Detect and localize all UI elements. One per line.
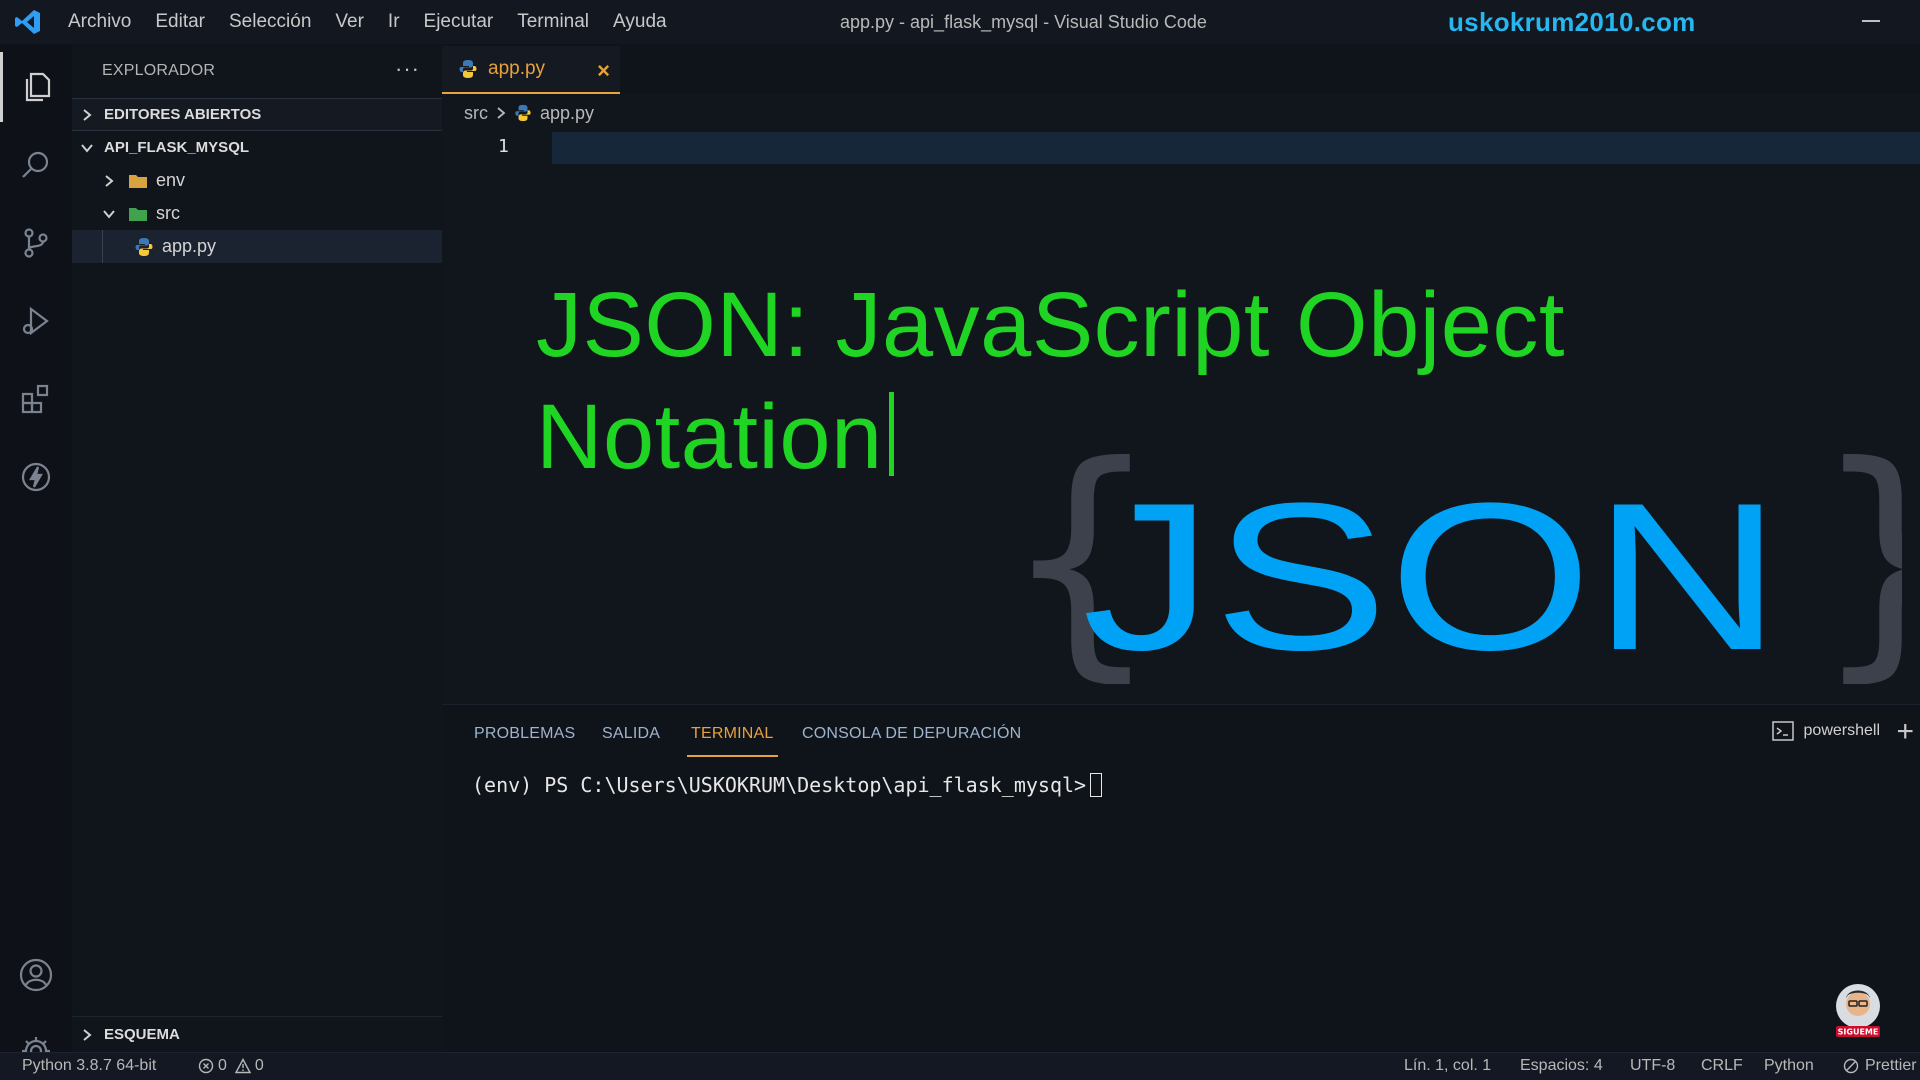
account-icon[interactable]: [0, 940, 72, 1010]
json-logo-close-brace: }: [1812, 424, 1902, 684]
python-interpreter[interactable]: Python 3.8.7 64-bit: [22, 1057, 156, 1075]
menu-ver[interactable]: Ver: [323, 0, 376, 44]
run-debug-icon[interactable]: [0, 286, 72, 356]
python-file-icon: [134, 237, 162, 257]
close-tab-icon[interactable]: ×: [597, 58, 610, 84]
thunder-client-icon[interactable]: [0, 442, 72, 512]
breadcrumb-file[interactable]: app.py: [540, 103, 594, 124]
chevron-down-icon: [102, 207, 124, 221]
tree-item-src[interactable]: src: [72, 197, 442, 230]
editor-area: app.py × src app.py 1 JSON: JavaScript O…: [442, 44, 1920, 704]
panel-tabs: PROBLEMAS SALIDA TERMINAL CONSOLA DE DEP…: [442, 705, 1920, 765]
current-line-highlight: [552, 132, 1920, 164]
menu-bar: Archivo Editar Selección Ver Ir Ejecutar…: [56, 0, 679, 44]
tree-item-label: app.py: [162, 236, 217, 256]
src-folder-icon: [128, 206, 156, 222]
tree-item-env[interactable]: env: [72, 164, 442, 197]
more-actions-button[interactable]: ···: [395, 56, 420, 82]
open-editors-label: EDITORES ABIERTOS: [104, 106, 262, 123]
menu-seleccion[interactable]: Selección: [217, 0, 323, 44]
project-folder-section[interactable]: API_FLASK_MYSQL: [72, 131, 442, 164]
title-bar: Archivo Editar Selección Ver Ir Ejecutar…: [0, 0, 1920, 44]
end-of-line[interactable]: CRLF: [1701, 1057, 1743, 1075]
overlay-title-line-2-text: Notation: [536, 386, 883, 488]
error-count: 0: [218, 1057, 227, 1074]
explorer-title: EXPLORADOR ···: [72, 44, 442, 98]
explorer-icon[interactable]: [0, 52, 72, 122]
text-caret: [888, 392, 894, 476]
line-number: 1: [498, 136, 509, 157]
menu-ir[interactable]: Ir: [376, 0, 412, 44]
warning-icon: [234, 1058, 251, 1074]
tab-app-py[interactable]: app.py ×: [442, 44, 620, 94]
minimize-button[interactable]: [1862, 20, 1880, 22]
chevron-right-icon: [80, 1028, 100, 1042]
cursor-position[interactable]: Lín. 1, col. 1: [1404, 1057, 1491, 1075]
menu-ayuda[interactable]: Ayuda: [601, 0, 679, 44]
prettier-status[interactable]: Prettier: [1843, 1057, 1917, 1075]
prettier-label: Prettier: [1865, 1057, 1917, 1074]
terminal-output[interactable]: (env) PS C:\Users\USKOKRUM\Desktop\api_f…: [472, 773, 1103, 797]
prohibited-icon: [1843, 1058, 1859, 1074]
folder-icon: [128, 173, 156, 189]
tab-salida[interactable]: SALIDA: [602, 725, 660, 743]
tree-item-app-py[interactable]: app.py: [72, 230, 442, 263]
tab-label: app.py: [488, 58, 546, 79]
search-icon[interactable]: [0, 130, 72, 200]
channel-avatar: SIGUEME: [1836, 984, 1880, 1037]
menu-ejecutar[interactable]: Ejecutar: [412, 0, 506, 44]
chevron-right-icon: [80, 108, 100, 122]
source-control-icon[interactable]: [0, 208, 72, 278]
tab-consola-depuracion[interactable]: CONSOLA DE DEPURACIÓN: [802, 725, 1021, 743]
tree-item-label: src: [156, 203, 180, 223]
explorer-sidebar: EXPLORADOR ··· EDITORES ABIERTOS API_FLA…: [72, 44, 442, 1052]
explorer-title-label: EXPLORADOR: [102, 62, 216, 79]
terminal-cursor: [1090, 773, 1103, 797]
activity-bar: [0, 44, 72, 1065]
menu-archivo[interactable]: Archivo: [56, 0, 143, 44]
project-folder-label: API_FLASK_MYSQL: [104, 139, 250, 156]
error-icon: [198, 1058, 214, 1074]
warning-count: 0: [254, 1057, 264, 1074]
editor-tab-bar: app.py ×: [442, 44, 1920, 94]
chevron-right-icon: [496, 106, 506, 120]
json-logo-word: JSON: [1082, 459, 1782, 684]
terminal-shell-selector[interactable]: powershell: [1771, 721, 1880, 741]
chevron-down-icon: [80, 141, 100, 155]
tab-terminal[interactable]: TERMINAL: [687, 725, 777, 757]
menu-terminal[interactable]: Terminal: [505, 0, 601, 44]
extensions-icon[interactable]: [0, 364, 72, 434]
chevron-right-icon: [102, 174, 124, 188]
bottom-panel: PROBLEMAS SALIDA TERMINAL CONSOLA DE DEP…: [442, 704, 1920, 1052]
language-mode[interactable]: Python: [1764, 1057, 1814, 1075]
code-line[interactable]: 1: [442, 132, 1920, 164]
terminal-prompt: (env) PS C:\Users\USKOKRUM\Desktop\api_f…: [472, 773, 1087, 797]
python-file-icon: [458, 59, 478, 79]
tree-item-label: env: [156, 170, 186, 190]
encoding[interactable]: UTF-8: [1630, 1057, 1675, 1075]
open-editors-section[interactable]: EDITORES ABIERTOS: [72, 98, 442, 131]
vscode-logo-icon[interactable]: [0, 0, 56, 44]
tab-problemas[interactable]: PROBLEMAS: [474, 725, 575, 743]
window-title: app.py - api_flask_mysql - Visual Studio…: [840, 12, 1207, 32]
python-file-icon: [514, 104, 532, 122]
breadcrumb: src app.py: [442, 94, 1920, 132]
menu-editar[interactable]: Editar: [143, 0, 217, 44]
overlay-title-line-1: JSON: JavaScript Object: [536, 274, 1565, 376]
avatar-caption: SIGUEME: [1838, 1028, 1879, 1037]
problems-indicator[interactable]: 0 0: [198, 1057, 264, 1075]
json-logo: { JSON }: [1002, 424, 1902, 684]
indentation[interactable]: Espacios: 4: [1520, 1057, 1603, 1075]
outline-label: ESQUEMA: [104, 1026, 180, 1043]
outline-section[interactable]: ESQUEMA: [72, 1016, 442, 1052]
indent-guide: [102, 230, 103, 263]
status-bar: Python 3.8.7 64-bit 0 0 Lín. 1, col. 1 E…: [0, 1052, 1920, 1080]
brand-watermark: uskokrum2010.com: [1448, 7, 1696, 37]
new-terminal-button[interactable]: +: [1896, 715, 1914, 749]
shell-name: powershell: [1803, 722, 1880, 739]
breadcrumb-folder[interactable]: src: [464, 103, 488, 124]
terminal-icon: [1771, 721, 1794, 741]
